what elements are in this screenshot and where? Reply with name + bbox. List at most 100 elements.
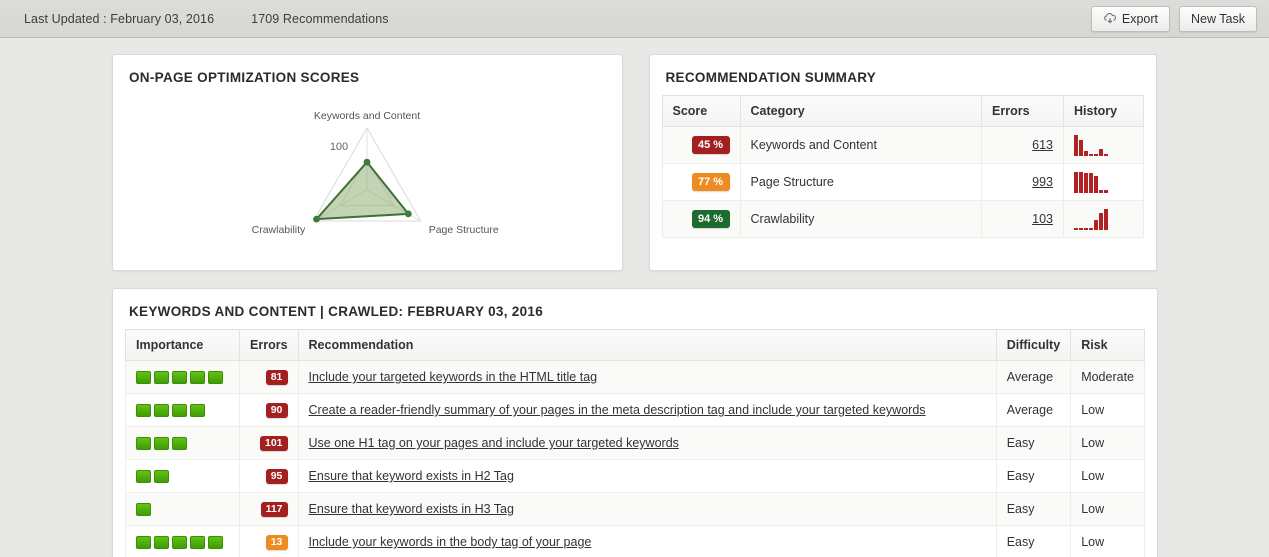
sparkline-bar bbox=[1099, 190, 1103, 193]
risk-cell: Low bbox=[1071, 394, 1145, 427]
column-header-score[interactable]: Score bbox=[662, 96, 740, 127]
difficulty-cell: Average bbox=[996, 361, 1070, 394]
category-cell: Keywords and Content bbox=[740, 127, 982, 164]
table-row: 90 Create a reader-friendly summary of yo… bbox=[126, 394, 1145, 427]
errors-badge: 90 bbox=[266, 403, 288, 418]
export-button-label: Export bbox=[1122, 12, 1158, 26]
importance-square-icon bbox=[154, 437, 169, 450]
history-sparkline bbox=[1074, 134, 1133, 156]
errors-badge: 101 bbox=[260, 436, 288, 451]
recommendation-cell: Ensure that keyword exists in H2 Tag bbox=[298, 460, 996, 493]
sparkline-bar bbox=[1089, 173, 1093, 193]
history-cell bbox=[1064, 164, 1144, 201]
top-panels-row: ON-PAGE OPTIMIZATION SCORES Keywords and… bbox=[112, 54, 1157, 271]
importance-cell bbox=[126, 526, 240, 557]
on-page-optimization-scores-panel: ON-PAGE OPTIMIZATION SCORES Keywords and… bbox=[112, 54, 623, 271]
recommendation-link[interactable]: Use one H1 tag on your pages and include… bbox=[309, 436, 679, 450]
errors-cell: 81 bbox=[240, 361, 299, 394]
column-header-difficulty[interactable]: Difficulty bbox=[996, 330, 1070, 361]
importance-square-icon bbox=[136, 404, 151, 417]
errors-cell: 90 bbox=[240, 394, 299, 427]
importance-square-icon bbox=[154, 371, 169, 384]
recommendation-link[interactable]: Include your targeted keywords in the HT… bbox=[309, 370, 598, 384]
importance-square-icon bbox=[154, 536, 169, 549]
radar-axis-label: Crawlability bbox=[252, 224, 306, 236]
importance-rating bbox=[136, 536, 229, 549]
importance-square-icon bbox=[136, 371, 151, 384]
column-header-importance[interactable]: Importance bbox=[126, 330, 240, 361]
table-body: 45 %Keywords and Content 613 77 % Page Stru… bbox=[662, 127, 1144, 238]
panel-title: KEYWORDS AND CONTENT | CRAWLED: FEBRUARY… bbox=[113, 289, 1157, 329]
recommendation-summary-table: Score Category Errors History 45 %Keywor… bbox=[662, 95, 1145, 238]
errors-cell: 613 bbox=[982, 127, 1064, 164]
sparkline-bar bbox=[1099, 213, 1103, 230]
recommendation-cell: Include your targeted keywords in the HT… bbox=[298, 361, 996, 394]
importance-square-icon bbox=[172, 404, 187, 417]
category-cell: Page Structure bbox=[740, 164, 982, 201]
importance-cell bbox=[126, 394, 240, 427]
risk-cell: Low bbox=[1071, 427, 1145, 460]
importance-rating bbox=[136, 470, 229, 483]
difficulty-cell: Easy bbox=[996, 460, 1070, 493]
importance-square-icon bbox=[154, 404, 169, 417]
sparkline-bar bbox=[1074, 228, 1078, 230]
risk-cell: Low bbox=[1071, 526, 1145, 557]
column-header-errors[interactable]: Errors bbox=[240, 330, 299, 361]
history-sparkline bbox=[1074, 171, 1133, 193]
column-header-category[interactable]: Category bbox=[740, 96, 982, 127]
importance-rating bbox=[136, 503, 229, 516]
importance-square-icon bbox=[172, 536, 187, 549]
radar-chart: Keywords and ContentPage StructureCrawla… bbox=[113, 95, 622, 255]
column-header-errors[interactable]: Errors bbox=[982, 96, 1064, 127]
sparkline-bar bbox=[1099, 149, 1103, 156]
table-row: 101 Use one H1 tag on your pages and incl… bbox=[126, 427, 1145, 460]
table-row: 45 %Keywords and Content 613 bbox=[662, 127, 1144, 164]
radar-chart-svg: Keywords and ContentPage StructureCrawla… bbox=[217, 95, 517, 255]
table-row: 77 % Page Structure 993 bbox=[662, 164, 1144, 201]
recommendation-cell: Ensure that keyword exists in H3 Tag bbox=[298, 493, 996, 526]
errors-link[interactable]: 613 bbox=[1032, 138, 1053, 152]
score-cell: 45 % bbox=[662, 127, 740, 164]
column-header-history[interactable]: History bbox=[1064, 96, 1144, 127]
importance-square-icon bbox=[190, 404, 205, 417]
radar-data-point[interactable] bbox=[364, 159, 371, 166]
difficulty-cell: Easy bbox=[996, 427, 1070, 460]
importance-cell bbox=[126, 493, 240, 526]
sparkline-bar bbox=[1074, 172, 1078, 193]
radar-data-point[interactable] bbox=[405, 210, 412, 217]
recommendation-link[interactable]: Include your keywords in the body tag of… bbox=[309, 535, 592, 549]
recommendations-table: Importance Errors Recommendation Difficu… bbox=[125, 329, 1145, 557]
radar-max-tick-label: 100 bbox=[330, 141, 348, 153]
history-sparkline bbox=[1074, 208, 1133, 230]
difficulty-cell: Average bbox=[996, 394, 1070, 427]
score-cell: 77 % bbox=[662, 164, 740, 201]
radar-axis-label: Keywords and Content bbox=[314, 110, 420, 122]
new-task-button[interactable]: New Task bbox=[1179, 6, 1257, 32]
errors-cell: 117 bbox=[240, 493, 299, 526]
importance-rating bbox=[136, 404, 229, 417]
radar-data-point[interactable] bbox=[313, 216, 320, 223]
column-header-recommendation[interactable]: Recommendation bbox=[298, 330, 996, 361]
table-header: Score Category Errors History bbox=[662, 96, 1144, 127]
sparkline-bar bbox=[1104, 209, 1108, 230]
importance-square-icon bbox=[172, 371, 187, 384]
errors-link[interactable]: 103 bbox=[1032, 212, 1053, 226]
errors-link[interactable]: 993 bbox=[1032, 175, 1053, 189]
recommendation-cell: Create a reader-friendly summary of your… bbox=[298, 394, 996, 427]
errors-badge: 117 bbox=[261, 502, 288, 517]
importance-square-icon bbox=[190, 536, 205, 549]
export-button[interactable]: Export bbox=[1091, 6, 1170, 32]
errors-badge: 95 bbox=[266, 469, 288, 484]
recommendation-link[interactable]: Create a reader-friendly summary of your… bbox=[309, 403, 926, 417]
sparkline-bar bbox=[1094, 220, 1098, 230]
importance-square-icon bbox=[208, 371, 223, 384]
risk-cell: Low bbox=[1071, 460, 1145, 493]
history-cell bbox=[1064, 201, 1144, 238]
recommendation-cell: Use one H1 tag on your pages and include… bbox=[298, 427, 996, 460]
importance-cell bbox=[126, 460, 240, 493]
importance-square-icon bbox=[136, 470, 151, 483]
recommendation-link[interactable]: Ensure that keyword exists in H2 Tag bbox=[309, 469, 514, 483]
column-header-risk[interactable]: Risk bbox=[1071, 330, 1145, 361]
recommendation-link[interactable]: Ensure that keyword exists in H3 Tag bbox=[309, 502, 514, 516]
score-badge: 77 % bbox=[692, 173, 730, 191]
